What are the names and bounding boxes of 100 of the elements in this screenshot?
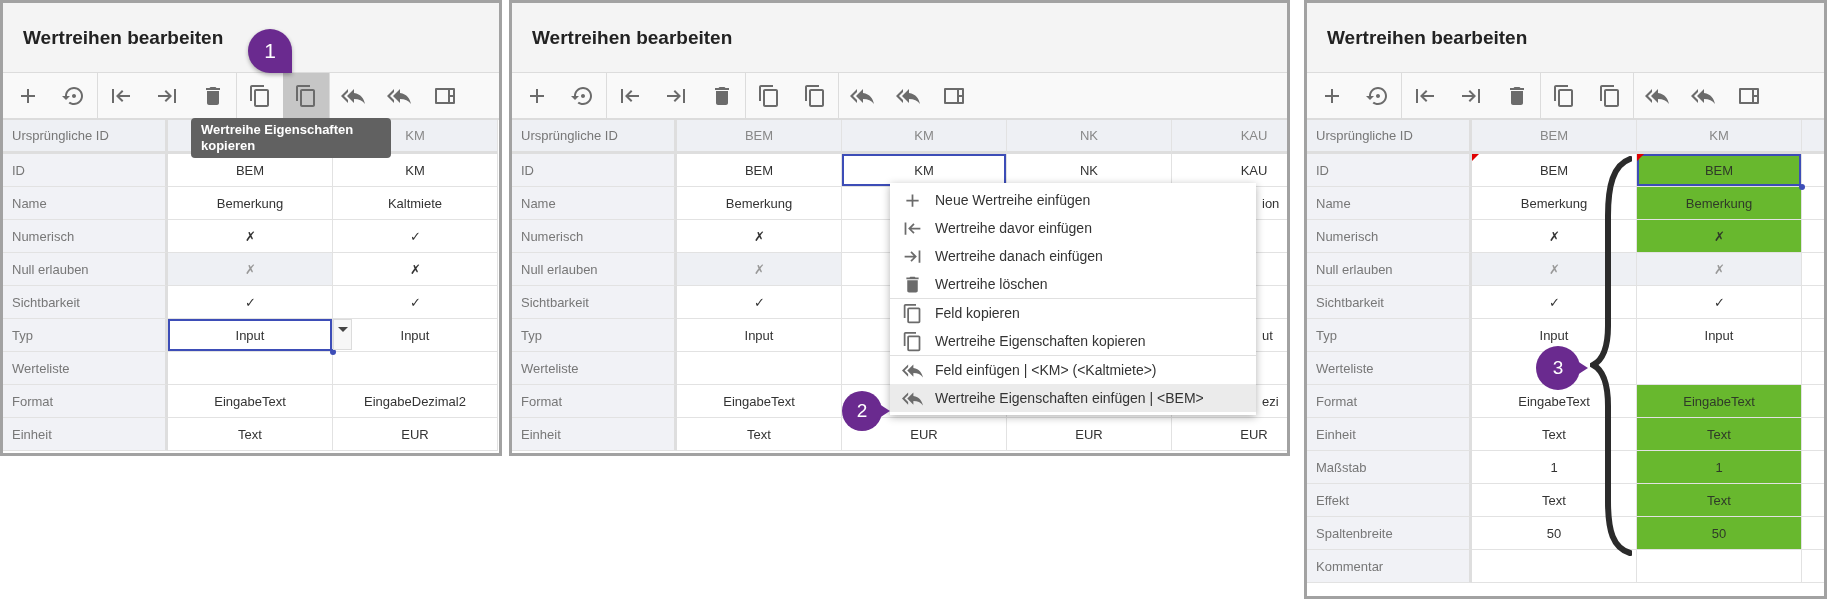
- table-cell[interactable]: KM: [842, 154, 1007, 187]
- row-label: ID: [3, 154, 168, 187]
- table-cell[interactable]: EUR: [842, 418, 1007, 451]
- menu-item[interactable]: Feld einfügen | <KM> (<Kaltmiete>): [890, 356, 1256, 384]
- table-cell[interactable]: Input: [168, 319, 333, 352]
- table-cell[interactable]: EUR: [333, 418, 498, 451]
- table-cell[interactable]: Text: [1637, 418, 1802, 451]
- table-cell[interactable]: ✗: [333, 253, 498, 286]
- header-label: Ursprüngliche ID: [1307, 120, 1472, 154]
- table-cell[interactable]: ✓: [333, 286, 498, 319]
- copy-icon: [757, 83, 781, 108]
- row-label: Typ: [512, 319, 677, 352]
- copy-icon: [1552, 83, 1576, 108]
- table-cell[interactable]: ✓: [1472, 286, 1637, 319]
- row-label: Typ: [3, 319, 168, 352]
- table-cell[interactable]: ✓: [677, 286, 842, 319]
- menu-item[interactable]: Wertreihe löschen: [890, 270, 1256, 298]
- table-cell[interactable]: Input: [677, 319, 842, 352]
- copy-icon: [803, 83, 827, 108]
- table-cell[interactable]: [1472, 352, 1637, 385]
- fill-handle[interactable]: [1799, 184, 1805, 190]
- column-header: KM: [842, 120, 1007, 154]
- row-label: Numerisch: [512, 220, 677, 253]
- table-cell[interactable]: ✓: [333, 220, 498, 253]
- menu-item[interactable]: Neue Wertreihe einfügen: [890, 186, 1256, 214]
- table-cell[interactable]: Input: [333, 319, 498, 352]
- row-label: Format: [512, 385, 677, 418]
- row-label: Numerisch: [1307, 220, 1472, 253]
- table-cell[interactable]: Kaltmiete: [333, 187, 498, 220]
- dropdown-button[interactable]: [333, 319, 352, 350]
- row-label: ID: [1307, 154, 1472, 187]
- row-label: Typ: [1307, 319, 1472, 352]
- table-cell[interactable]: EingabeDezimal2: [333, 385, 498, 418]
- row-label: Einheit: [3, 418, 168, 451]
- table-cell[interactable]: [333, 352, 498, 385]
- row-label: Effekt: [1307, 484, 1472, 517]
- copy-icon: [248, 83, 272, 108]
- table-cell[interactable]: 1: [1637, 451, 1802, 484]
- row-label: Sichtbarkeit: [512, 286, 677, 319]
- column-header: KM: [1637, 120, 1802, 154]
- menu-item[interactable]: Wertreihe danach einfügen: [890, 242, 1256, 270]
- row-label: Name: [1307, 187, 1472, 220]
- table-cell[interactable]: Text: [1637, 484, 1802, 517]
- copy-icon: [902, 302, 923, 324]
- row-label: ID: [512, 154, 677, 187]
- menu-item[interactable]: Feld kopieren: [890, 299, 1256, 327]
- row-label: Format: [3, 385, 168, 418]
- table-cell[interactable]: EUR: [1007, 418, 1172, 451]
- table-cell[interactable]: Text: [168, 418, 333, 451]
- table-cell[interactable]: Text: [677, 418, 842, 451]
- caret-icon: [337, 326, 348, 333]
- table-cell[interactable]: Bemerkung: [1637, 187, 1802, 220]
- dialog-title: Wertreihen bearbeiten: [23, 26, 224, 49]
- table-cell[interactable]: BEM: [677, 154, 842, 187]
- table-cell[interactable]: ✗: [1637, 220, 1802, 253]
- column-header: NK: [1007, 120, 1172, 154]
- table-cell[interactable]: ✓: [168, 286, 333, 319]
- header-label: Ursprüngliche ID: [512, 120, 677, 154]
- copy-icon: [902, 330, 923, 352]
- row-label: Name: [512, 187, 677, 220]
- table-cell[interactable]: EingabeText: [1637, 385, 1802, 418]
- row-label: Null erlauben: [1307, 253, 1472, 286]
- row-label: Werteliste: [3, 352, 168, 385]
- row-label: Kommentar: [1307, 550, 1472, 583]
- copy-icon: [294, 83, 318, 108]
- row-label: Einheit: [1307, 418, 1472, 451]
- table-cell[interactable]: 50: [1637, 517, 1802, 550]
- dialog-title: Wertreihen bearbeiten: [532, 26, 733, 49]
- row-label: Null erlauben: [512, 253, 677, 286]
- copy-button[interactable]: [283, 73, 329, 118]
- column-header: BEM: [677, 120, 842, 154]
- row-label: Sichtbarkeit: [3, 286, 168, 319]
- row-label: Einheit: [512, 418, 677, 451]
- row-label: Numerisch: [3, 220, 168, 253]
- table-cell[interactable]: Bemerkung: [168, 187, 333, 220]
- column-header: BEM: [1472, 120, 1637, 154]
- row-label: Null erlauben: [3, 253, 168, 286]
- copy-icon: [1598, 83, 1622, 108]
- table-cell[interactable]: BEM: [1637, 154, 1802, 187]
- dialog-title: Wertreihen bearbeiten: [1327, 26, 1528, 49]
- table-cell[interactable]: [168, 352, 333, 385]
- table-cell[interactable]: EingabeText: [168, 385, 333, 418]
- table-cell[interactable]: Input: [1472, 319, 1637, 352]
- menu-item[interactable]: Wertreihe Eigenschaften einfügen | <BEM>: [890, 384, 1256, 412]
- table-cell[interactable]: [677, 352, 842, 385]
- row-label: Sichtbarkeit: [1307, 286, 1472, 319]
- column-header: KAU: [1172, 120, 1287, 154]
- table-cell[interactable]: EingabeText: [677, 385, 842, 418]
- row-label: Werteliste: [512, 352, 677, 385]
- tooltip: Wertreihe Eigenschaften kopieren: [191, 118, 391, 158]
- menu-item[interactable]: Wertreihe davor einfügen: [890, 214, 1256, 242]
- row-label: Werteliste: [1307, 352, 1472, 385]
- table-cell[interactable]: [1472, 550, 1637, 583]
- table-cell[interactable]: Bemerkung: [677, 187, 842, 220]
- row-label: Spaltenbreite: [1307, 517, 1472, 550]
- header-label: Ursprüngliche ID: [3, 120, 168, 154]
- row-label: Name: [3, 187, 168, 220]
- menu-item[interactable]: Wertreihe Eigenschaften kopieren: [890, 327, 1256, 355]
- row-label: Maßstab: [1307, 451, 1472, 484]
- row-label: Format: [1307, 385, 1472, 418]
